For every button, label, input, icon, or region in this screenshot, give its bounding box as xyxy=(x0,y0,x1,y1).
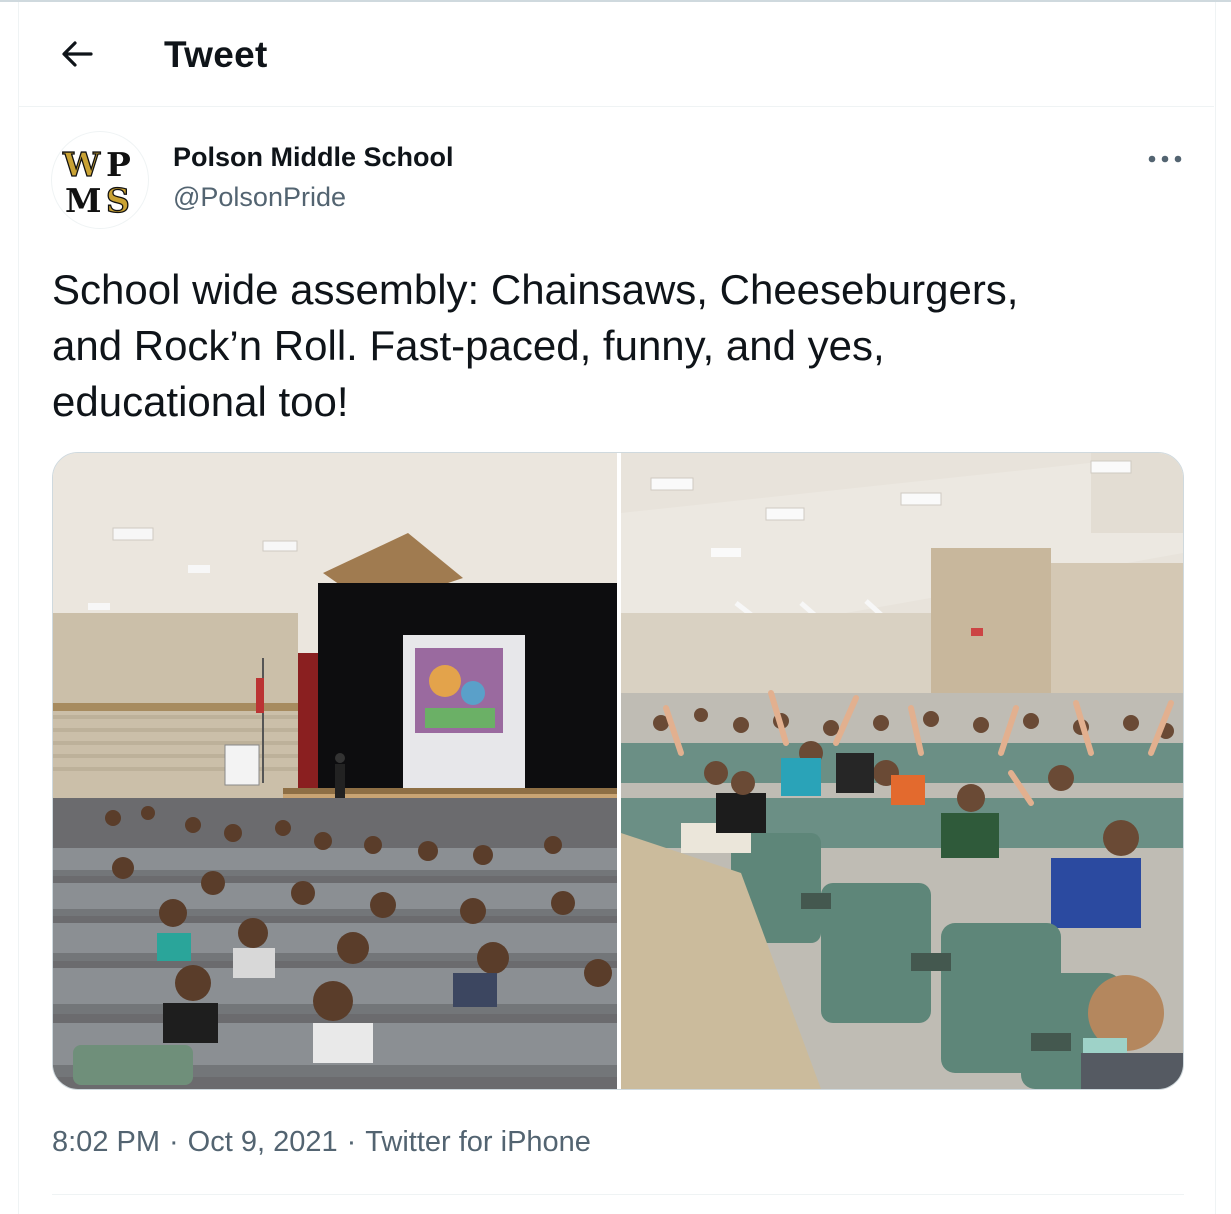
tweet-meta: 8:02 PM · Oct 9, 2021 · Twitter for iPhone xyxy=(52,1122,591,1162)
svg-text:S: S xyxy=(106,181,130,220)
svg-text:W: W xyxy=(62,145,101,184)
auditorium-stage-photo[interactable] xyxy=(53,453,617,1089)
more-dots-icon xyxy=(1148,155,1182,163)
meta-separator: · xyxy=(169,1126,179,1158)
tweet-media xyxy=(52,452,1184,1090)
auditorium-audience-photo[interactable] xyxy=(621,453,1183,1089)
more-options-button[interactable] xyxy=(1140,140,1190,178)
tweet-text-line: and Rock’n Roll. Fast-paced, funny, and … xyxy=(52,322,885,369)
tweet-text-line: School wide assembly: Chainsaws, Cheeseb… xyxy=(52,266,1019,313)
tweet-text: School wide assembly: Chainsaws, Cheeseb… xyxy=(52,262,1192,430)
divider xyxy=(52,1194,1184,1195)
tweet-source[interactable]: Twitter for iPhone xyxy=(365,1122,591,1162)
tweet-time[interactable]: 8:02 PM xyxy=(52,1122,160,1162)
avatar[interactable]: .logo-t { font-family: "DejaVu Serif", "… xyxy=(52,132,148,228)
arrow-left-icon xyxy=(62,41,93,67)
tweet-header: Tweet xyxy=(19,2,1214,107)
wpms-logo: .logo-t { font-family: "DejaVu Serif", "… xyxy=(61,144,131,220)
back-button[interactable] xyxy=(55,32,99,76)
page-title: Tweet xyxy=(164,34,268,75)
tweet-text-line: educational too! xyxy=(52,378,349,425)
meta-separator: · xyxy=(346,1126,357,1158)
tweet-date[interactable]: Oct 9, 2021 xyxy=(188,1122,338,1162)
svg-text:M: M xyxy=(65,181,102,220)
author-handle[interactable]: @PolsonPride xyxy=(173,180,346,214)
svg-text:P: P xyxy=(106,145,131,184)
author-display-name[interactable]: Polson Middle School xyxy=(173,140,454,174)
